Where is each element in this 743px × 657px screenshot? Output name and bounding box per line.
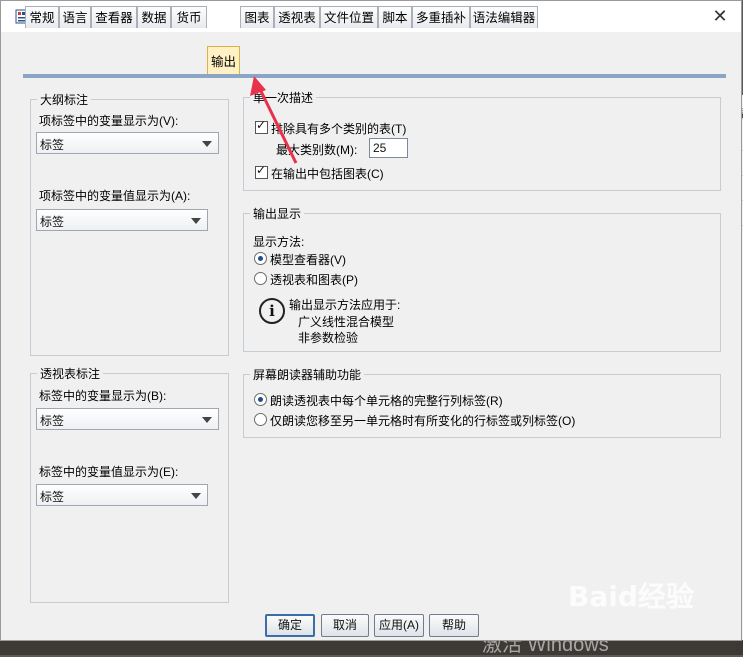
read-full-labels-radio[interactable]: [254, 393, 267, 406]
ok-button[interactable]: 确定: [265, 614, 315, 637]
pivot-val-caption: 标签中的变量值显示为(E):: [39, 465, 179, 479]
checkmark-icon: ✓: [256, 163, 267, 177]
selected-value: 标签: [40, 490, 65, 504]
group-title: 输出显示: [250, 205, 305, 222]
read-full-labels-label: 朗读透视表中每个单元格的完整行列标签(R): [270, 394, 503, 408]
group-title: 单一次描述: [250, 89, 317, 106]
tab-data[interactable]: 数据: [137, 6, 171, 28]
info-title: 输出显示方法应用于:: [289, 298, 401, 312]
tab-charts[interactable]: 图表: [240, 6, 274, 28]
tab-currency[interactable]: 货币: [171, 6, 207, 28]
pivot-var-caption: 标签中的变量显示为(B):: [39, 389, 167, 403]
pivot-charts-radio[interactable]: [254, 272, 267, 285]
tab-scripts[interactable]: 脚本: [378, 6, 412, 28]
options-dialog: 选项 ✕ 常规 语言 查看器 数据 货币 输出 图表 透视表 文件位置 脚本 多…: [0, 0, 742, 641]
exclude-checkbox[interactable]: ✓: [255, 118, 268, 134]
read-changed-labels-radio[interactable]: [254, 413, 267, 426]
item-value-caption: 项标签中的变量值显示为(A):: [39, 189, 191, 203]
tab-general[interactable]: 常规: [25, 6, 59, 28]
selected-value: 标签: [40, 138, 65, 152]
read-changed-labels-label: 仅朗读您移至另一单元格时有所变化的行标签或列标签(O): [270, 414, 576, 428]
pivot-val-select[interactable]: 标签: [36, 484, 208, 506]
info-icon: i: [259, 298, 285, 324]
tab-multiple-imputation[interactable]: 多重插补: [412, 6, 470, 28]
checkmark-icon: ✓: [256, 118, 267, 132]
group-title: 透视表标注: [37, 365, 104, 382]
group-title: 大纲标注: [37, 91, 92, 108]
close-icon[interactable]: ✕: [705, 5, 735, 27]
chevron-down-icon: [191, 493, 201, 499]
info-line-2: 非参数检验: [298, 331, 359, 345]
item-label-caption: 项标签中的变量显示为(V):: [39, 114, 179, 128]
tab-viewer[interactable]: 查看器: [91, 6, 137, 28]
baidu-watermark-icon: Baid经验: [568, 580, 694, 613]
max-categories-label: 最大类别数(M):: [276, 143, 358, 157]
tab-file-locations[interactable]: 文件位置: [320, 6, 378, 28]
group-title: 屏幕朗读器辅助功能: [250, 366, 365, 383]
cancel-button[interactable]: 取消: [321, 614, 369, 637]
include-charts-checkbox[interactable]: ✓: [255, 163, 268, 179]
tab-pivot-tables[interactable]: 透视表: [274, 6, 320, 28]
tab-syntax-editor[interactable]: 语法编辑器: [470, 6, 538, 28]
tab-output[interactable]: 输出: [207, 46, 240, 74]
display-method-label: 显示方法:: [253, 235, 305, 249]
apply-button[interactable]: 应用(A): [374, 614, 424, 637]
tab-underline: [23, 74, 726, 78]
item-value-select[interactable]: 标签: [36, 209, 208, 231]
selected-value: 标签: [40, 414, 65, 428]
include-charts-label: 在输出中包括图表(C): [271, 167, 384, 181]
info-line-1: 广义线性混合模型: [298, 315, 395, 329]
model-viewer-label: 模型查看器(V): [270, 253, 346, 267]
help-button[interactable]: 帮助: [429, 614, 479, 637]
max-categories-input[interactable]: 25: [369, 138, 408, 158]
exclude-label: 排除具有多个类别的表(T): [271, 122, 407, 136]
item-label-select[interactable]: 标签: [36, 132, 219, 154]
chevron-down-icon: [202, 417, 212, 423]
tab-language[interactable]: 语言: [59, 6, 91, 28]
model-viewer-radio[interactable]: [254, 252, 267, 265]
pivot-charts-label: 透视表和图表(P): [270, 273, 358, 287]
selected-value: 标签: [40, 215, 65, 229]
background-taskbar: 激活 Windows: [0, 634, 743, 656]
chevron-down-icon: [202, 141, 212, 147]
pivot-var-select[interactable]: 标签: [36, 408, 219, 430]
chevron-down-icon: [191, 218, 201, 224]
